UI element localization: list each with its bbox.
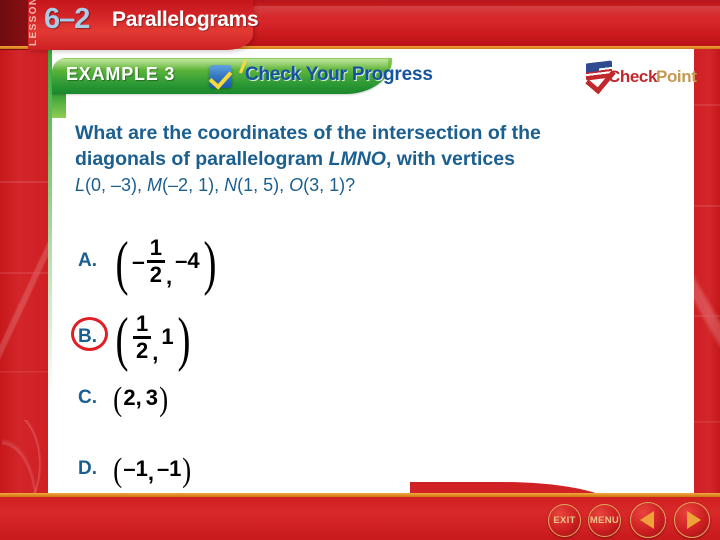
choice-b-y-value: 1 <box>161 324 174 350</box>
choice-b-letter: B. <box>71 317 112 352</box>
checkpoint-check-word: Check <box>608 67 658 86</box>
green-tab-stem <box>52 92 66 118</box>
exit-button[interactable]: EXIT <box>548 504 581 537</box>
fraction-numerator: 1 <box>135 311 149 336</box>
slide-canvas: LESSON 6–2 Parallelograms EXAMPLE 3 Chec… <box>0 0 720 540</box>
vertex-coords-m: (–2, 1), <box>162 175 225 195</box>
answer-choice-d[interactable]: D. ( –1 , –1 ) <box>78 452 193 489</box>
question-line-2-pre: diagonals of parallelogram <box>75 148 329 170</box>
exit-button-label: EXIT <box>553 515 576 526</box>
question-line-2: diagonals of parallelogram LMNO, with ve… <box>75 146 675 172</box>
arrow-left-icon <box>640 511 654 529</box>
checkpoint-point-word: Point <box>656 67 697 86</box>
choice-a-letter: A. <box>78 250 97 272</box>
fraction-numerator: 1 <box>149 235 163 260</box>
choice-d-letter: D. <box>78 458 97 479</box>
fraction-denominator: 2 <box>149 261 163 287</box>
choice-c-expression: ( 2 , 3 ) <box>113 381 169 418</box>
choice-d-x-value: –1 <box>123 456 148 481</box>
correct-answer-circle-icon <box>71 317 108 352</box>
lesson-word-vertical: LESSON <box>28 0 39 46</box>
vertex-label-l: L <box>75 175 86 195</box>
example-label: EXAMPLE 3 <box>66 64 176 84</box>
lesson-number: 6–2 <box>44 3 90 35</box>
page-title: Parallelograms <box>112 8 259 31</box>
vertex-coords-l: (0, –3), <box>85 175 148 195</box>
vertex-label-m: M <box>147 175 163 195</box>
coordinate-comma: , <box>152 339 159 365</box>
vertex-coords-n: (1, 5), <box>237 175 290 195</box>
left-decorative-band <box>0 0 48 540</box>
choice-d-expression: ( –1 , –1 ) <box>113 452 192 489</box>
choice-d-y-value: –1 <box>156 456 182 481</box>
question-text: What are the coordinates of the intersec… <box>75 120 675 198</box>
choice-c-y-value: 3 <box>145 385 158 410</box>
coordinate-comma: , <box>135 385 142 410</box>
checkpoint-logo: Check Point <box>585 60 697 95</box>
choice-a-expression: ( – 1 2 , –4 ) <box>115 230 217 297</box>
previous-slide-button[interactable] <box>630 502 666 538</box>
fraction-denominator: 2 <box>135 337 149 363</box>
answer-choice-a[interactable]: A. ( – 1 2 , –4 ) <box>78 230 220 297</box>
menu-button[interactable]: MENU <box>588 504 621 537</box>
arrow-right-icon <box>686 511 701 529</box>
menu-button-label: MENU <box>589 515 620 526</box>
parallelogram-name: LMNO <box>328 148 386 170</box>
coordinate-comma: , <box>147 460 154 485</box>
question-line-2-post: , with vertices <box>385 148 515 170</box>
choice-b-expression: ( 1 2 , 1 ) <box>115 306 191 373</box>
choice-c-letter: C. <box>78 387 97 408</box>
answer-choice-b[interactable]: B. ( 1 2 , 1 ) <box>71 306 194 373</box>
next-slide-button[interactable] <box>674 502 710 538</box>
vertex-label-o: O <box>289 175 304 195</box>
choice-a-x-fraction: 1 2 <box>146 235 166 287</box>
coordinate-comma: , <box>166 263 173 289</box>
answer-choice-c[interactable]: C. ( 2 , 3 ) <box>78 381 169 418</box>
question-line-3-vertices: L(0, –3), M(–2, 1), N(1, 5), O(3, 1)? <box>75 172 675 198</box>
choice-a-y-value: –4 <box>175 248 200 274</box>
question-line-1: What are the coordinates of the intersec… <box>75 122 541 144</box>
vertex-label-n: N <box>224 175 238 195</box>
choice-b-x-fraction: 1 2 <box>132 311 152 363</box>
right-band-pattern <box>694 60 720 500</box>
check-your-progress-label: Check Your Progress <box>245 64 433 85</box>
choice-a-x-sign: – <box>131 247 145 274</box>
vertex-coords-o: (3, 1)? <box>303 175 356 195</box>
choice-c-x-value: 2 <box>123 385 136 410</box>
